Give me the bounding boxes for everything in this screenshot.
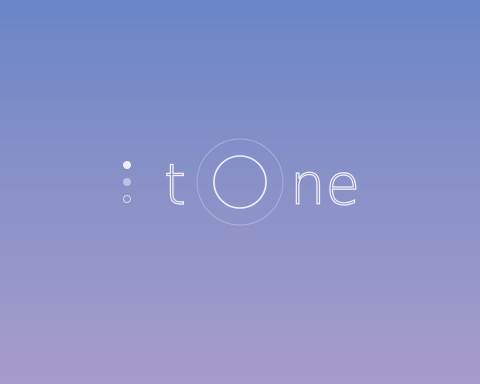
page-indicator — [122, 159, 134, 207]
logo-letter-o — [213, 155, 267, 209]
splash-screen: t ne — [0, 0, 480, 384]
logo-letter-t: t — [164, 153, 186, 218]
page-dot[interactable] — [123, 178, 131, 186]
page-dot[interactable] — [123, 195, 131, 203]
page-dot-active[interactable] — [123, 161, 131, 169]
logo-letters-ne: ne — [290, 153, 360, 218]
tone-logo: t ne — [160, 130, 380, 230]
logo-halo-ring — [196, 138, 284, 226]
